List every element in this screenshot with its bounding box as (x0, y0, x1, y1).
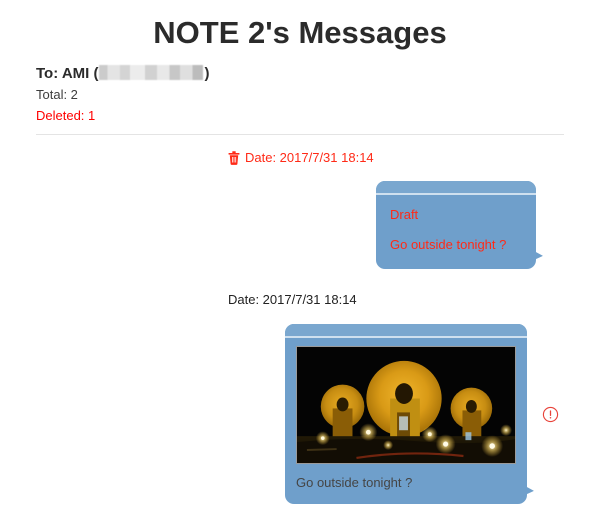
message-bubble-row: Go outside tonight ? (0, 324, 600, 505)
message-bubble-row: Draft Go outside tonight ? (0, 181, 600, 270)
message-item: Date: 2017/7/31 18:14 Draft Go outside t… (0, 149, 600, 270)
total-count: Total: 2 (36, 87, 78, 103)
bubble-header-strip (285, 324, 527, 339)
message-date-row: Date: 2017/7/31 18:14 (0, 291, 600, 309)
message-text: Go outside tonight ? (390, 237, 507, 253)
message-date-text: Date: 2017/7/31 18:14 (245, 150, 374, 166)
recipient-label: To: AMI ( (36, 65, 99, 83)
bubble-body: Draft Go outside tonight ? (376, 195, 536, 263)
trash-icon[interactable] (228, 151, 240, 166)
message-date-row: Date: 2017/7/31 18:14 (0, 149, 600, 167)
bubble-body: Go outside tonight ? (285, 338, 527, 504)
recipient-line: To: AMI () (36, 64, 600, 84)
thread-header: To: AMI () Total: 2 Deleted: 1 (0, 61, 600, 126)
draft-badge: Draft (390, 207, 419, 223)
page-title: NOTE 2's Messages (153, 15, 447, 50)
message-thread: Date: 2017/7/31 18:14 Draft Go outside t… (0, 135, 600, 505)
alert-circle-icon[interactable] (542, 406, 559, 423)
message-bubble-photo[interactable]: Go outside tonight ? (285, 324, 527, 505)
attachment-image[interactable] (296, 346, 516, 465)
deleted-count: Deleted: 1 (36, 108, 96, 124)
message-date-text: Date: 2017/7/31 18:14 (228, 292, 357, 308)
message-text: Go outside tonight ? (296, 475, 413, 491)
recipient-paren-close: ) (204, 65, 210, 83)
redacted-phone-number (99, 65, 204, 81)
message-item: Date: 2017/7/31 18:14 Go outside tonight… (0, 291, 600, 505)
bubble-header-strip (376, 181, 536, 196)
message-bubble-draft[interactable]: Draft Go outside tonight ? (376, 181, 536, 270)
